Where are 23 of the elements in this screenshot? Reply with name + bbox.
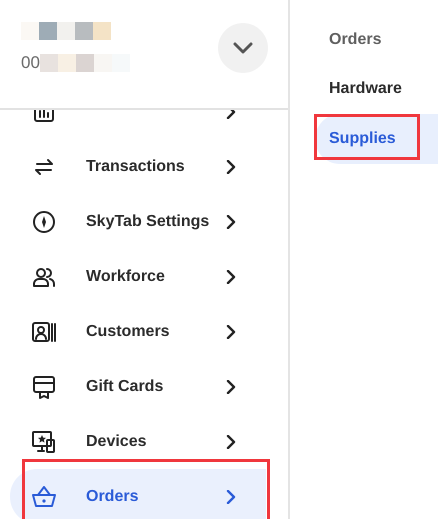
chevron-right-icon [224,434,238,448]
nav-item[interactable]: Customers [10,304,266,359]
expand-button[interactable] [218,23,268,73]
compass-icon [31,208,57,234]
chevron-down-icon [233,42,253,54]
nav-item[interactable]: Workforce [10,249,266,304]
chevron-right-icon [224,160,238,174]
nav-item[interactable]: Devices [10,414,266,469]
gift-card-icon [31,374,57,400]
chevron-right-icon [224,214,238,228]
chevron-right-icon [224,270,238,284]
submenu-title: Orders [328,30,382,50]
nav-item[interactable]: SkyTab Settings [10,194,266,249]
chevron-right-icon [224,324,238,338]
devices-icon [31,428,57,454]
nav-item[interactable]: Gift Cards [10,359,266,414]
nav-item-selected[interactable]: Orders [10,469,266,519]
account-number: 00 [21,54,40,72]
submenu-item[interactable]: Hardware [315,64,438,114]
chevron-right-icon [224,380,238,394]
nav-item[interactable]: Transactions [10,139,266,194]
chevron-right-icon [224,490,238,504]
basket-icon [31,484,57,510]
